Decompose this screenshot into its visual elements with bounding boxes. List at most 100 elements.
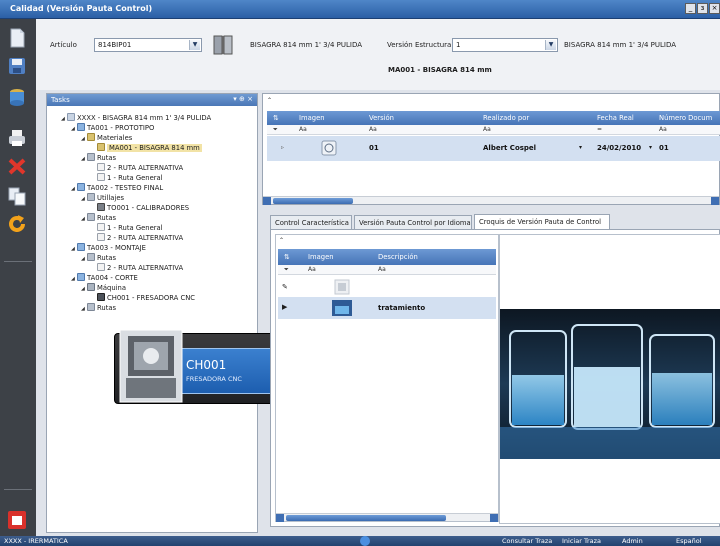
- articulo-select[interactable]: 814BIP01 ▼: [94, 38, 202, 52]
- tasks-panel: Tasks ▾ ⊕ × ◢ XXXX - BISAGRA 814 mm 1' 3/…: [46, 93, 258, 533]
- window-title: Calidad (Versión Pauta Control): [10, 4, 153, 13]
- chevron-down-icon[interactable]: ▼: [189, 40, 200, 50]
- image-placeholder-icon[interactable]: [334, 279, 350, 295]
- hinge-icon: [213, 35, 233, 55]
- minimize-button[interactable]: _: [685, 3, 696, 14]
- left-toolbar: [0, 19, 36, 536]
- grid-header: ⇅ Imagen Versión Realizado por Fecha Rea…: [267, 111, 720, 125]
- tree-node[interactable]: 1 - Ruta General: [97, 173, 163, 183]
- estructura-description: BISAGRA 814 mm 1' 3/4 PULIDA: [564, 41, 677, 49]
- status-company: XXXX - IRERMATICA: [4, 537, 68, 545]
- col-numero[interactable]: Número Docum: [659, 114, 712, 122]
- tree-node[interactable]: 2 - RUTA ALTERNATIVA: [97, 263, 183, 273]
- horizontal-scrollbar[interactable]: [263, 196, 719, 205]
- filter-fecha[interactable]: =: [597, 126, 602, 133]
- language[interactable]: Español: [676, 537, 702, 545]
- filter-realizado[interactable]: Aa: [483, 126, 491, 133]
- estructura-select[interactable]: 1 ▼: [452, 38, 558, 52]
- consultar-traza-link[interactable]: Consultar Traza: [502, 537, 552, 545]
- tree-node[interactable]: 2 - RUTA ALTERNATIVA: [97, 163, 183, 173]
- tree-node[interactable]: TO001 - CALIBRADORES: [97, 203, 189, 213]
- page-title: MA001 - BISAGRA 814 mm: [388, 66, 492, 74]
- chevron-down-icon[interactable]: ▼: [545, 40, 556, 50]
- scroll-right-icon[interactable]: [711, 197, 719, 205]
- root-icon: [67, 113, 75, 121]
- col-version[interactable]: Versión: [369, 114, 394, 122]
- new-document-icon[interactable]: [6, 27, 28, 49]
- col-imagen[interactable]: Imagen: [308, 253, 334, 261]
- image-thumbnail-icon[interactable]: [332, 300, 352, 316]
- status-bar: XXXX - IRERMATICA Consultar Traza Inicia…: [0, 536, 720, 546]
- filter-descripcion[interactable]: Aa: [378, 266, 386, 273]
- tasks-title: Tasks: [51, 96, 70, 104]
- route-icon: [97, 163, 105, 171]
- route-icon: [97, 223, 105, 231]
- tree-node[interactable]: 2 - RUTA ALTERNATIVA: [97, 233, 183, 243]
- tab-control-caracteristica[interactable]: Control Característica: [270, 215, 352, 229]
- filter-version[interactable]: Aa: [369, 126, 377, 133]
- filter-bar: Artículo 814BIP01 ▼ BISAGRA 814 mm 1' 3/…: [36, 19, 720, 90]
- print-icon[interactable]: [6, 127, 28, 149]
- col-descripcion[interactable]: Descripción: [378, 253, 418, 261]
- tree-node[interactable]: 1 - Ruta General: [97, 223, 163, 233]
- tasks-header: Tasks ▾ ⊕ ×: [47, 94, 257, 106]
- filter-numero[interactable]: Aa: [659, 126, 667, 133]
- filter-imagen[interactable]: Aa: [308, 266, 316, 273]
- scroll-left-icon[interactable]: [263, 197, 271, 205]
- tab-croquis[interactable]: Croquis de Versión Pauta de Control: [474, 214, 610, 229]
- pin-icon[interactable]: ⇅: [284, 253, 290, 261]
- cell-fecha: 24/02/2010: [597, 144, 642, 152]
- chevron-down-icon[interactable]: ▾: [579, 144, 582, 151]
- close-button[interactable]: ×: [709, 3, 720, 14]
- scroll-thumb[interactable]: [286, 515, 446, 521]
- filter-imagen[interactable]: Aa: [299, 126, 307, 133]
- pin-icon[interactable]: ⇅: [273, 114, 279, 122]
- iniciar-traza-link[interactable]: Iniciar Traza: [562, 537, 601, 545]
- tab-version-idioma[interactable]: Versión Pauta Control por Idioma: [354, 215, 472, 229]
- scroll-thumb[interactable]: [273, 198, 353, 204]
- row-indicator-icon: ▹: [281, 144, 285, 151]
- copy-icon[interactable]: [6, 185, 28, 207]
- chevron-down-icon[interactable]: ▾: [649, 144, 652, 151]
- task-icon: [77, 123, 85, 131]
- table-row[interactable]: ✎: [278, 277, 496, 297]
- collapse-icon[interactable]: ⌃: [267, 97, 272, 104]
- croquis-image: [499, 234, 720, 524]
- image-thumbnail-icon[interactable]: [321, 140, 337, 156]
- tooltip-code: CH001: [186, 358, 227, 372]
- cell-numero: 01: [659, 144, 669, 152]
- pin-icon[interactable]: ▾ ⊕ ×: [233, 95, 253, 103]
- filter-icon[interactable]: ⏷: [284, 266, 289, 274]
- exit-icon[interactable]: [6, 509, 28, 531]
- materials-icon: [87, 133, 95, 141]
- grid-filter-row: ⏷ Aa Aa: [278, 265, 496, 275]
- tree-node[interactable]: ◢ Rutas: [81, 303, 116, 314]
- col-fecha[interactable]: Fecha Real: [597, 114, 634, 122]
- status-indicator-icon: [360, 536, 370, 546]
- col-realizado[interactable]: Realizado por: [483, 114, 529, 122]
- articulo-description: BISAGRA 814 mm 1' 3/4 PULIDA: [250, 41, 363, 49]
- grid-filter-row: ⏷ Aa Aa Aa = Aa: [267, 125, 720, 135]
- croquis-panel: ⌃ ⇅ Imagen Descripción ⏷ Aa Aa ✎ ▶ trata…: [270, 229, 720, 527]
- scroll-left-icon[interactable]: [276, 514, 284, 522]
- tree-node[interactable]: CH001 - FRESADORA CNC: [97, 293, 195, 303]
- save-icon[interactable]: [6, 55, 28, 77]
- table-row[interactable]: ▹ 01 Albert Cospel ▾ 24/02/2010 ▾ 01: [267, 136, 720, 161]
- tooltip-description: FRESADORA CNC: [186, 375, 242, 383]
- collapse-icon[interactable]: ⌃: [279, 237, 284, 244]
- database-icon[interactable]: [6, 87, 28, 109]
- current-row-icon: ▶: [282, 303, 288, 311]
- delete-icon[interactable]: [6, 155, 28, 177]
- restore-button[interactable]: з: [697, 3, 708, 14]
- tree-node-selected[interactable]: MA001 - BISAGRA 814 mm: [97, 143, 202, 153]
- new-row-icon: ✎: [282, 283, 288, 291]
- scroll-right-icon[interactable]: [490, 514, 498, 522]
- machine-icon: [87, 283, 95, 291]
- table-row-selected[interactable]: ▶ tratamiento: [278, 297, 496, 319]
- filter-icon[interactable]: ⏷: [273, 126, 278, 134]
- refresh-icon[interactable]: [6, 213, 28, 235]
- horizontal-scrollbar[interactable]: [276, 513, 498, 522]
- user-name[interactable]: Admin: [622, 537, 643, 545]
- col-imagen[interactable]: Imagen: [299, 114, 325, 122]
- version-grid: ⌃ ⇅ Imagen Versión Realizado por Fecha R…: [262, 93, 720, 205]
